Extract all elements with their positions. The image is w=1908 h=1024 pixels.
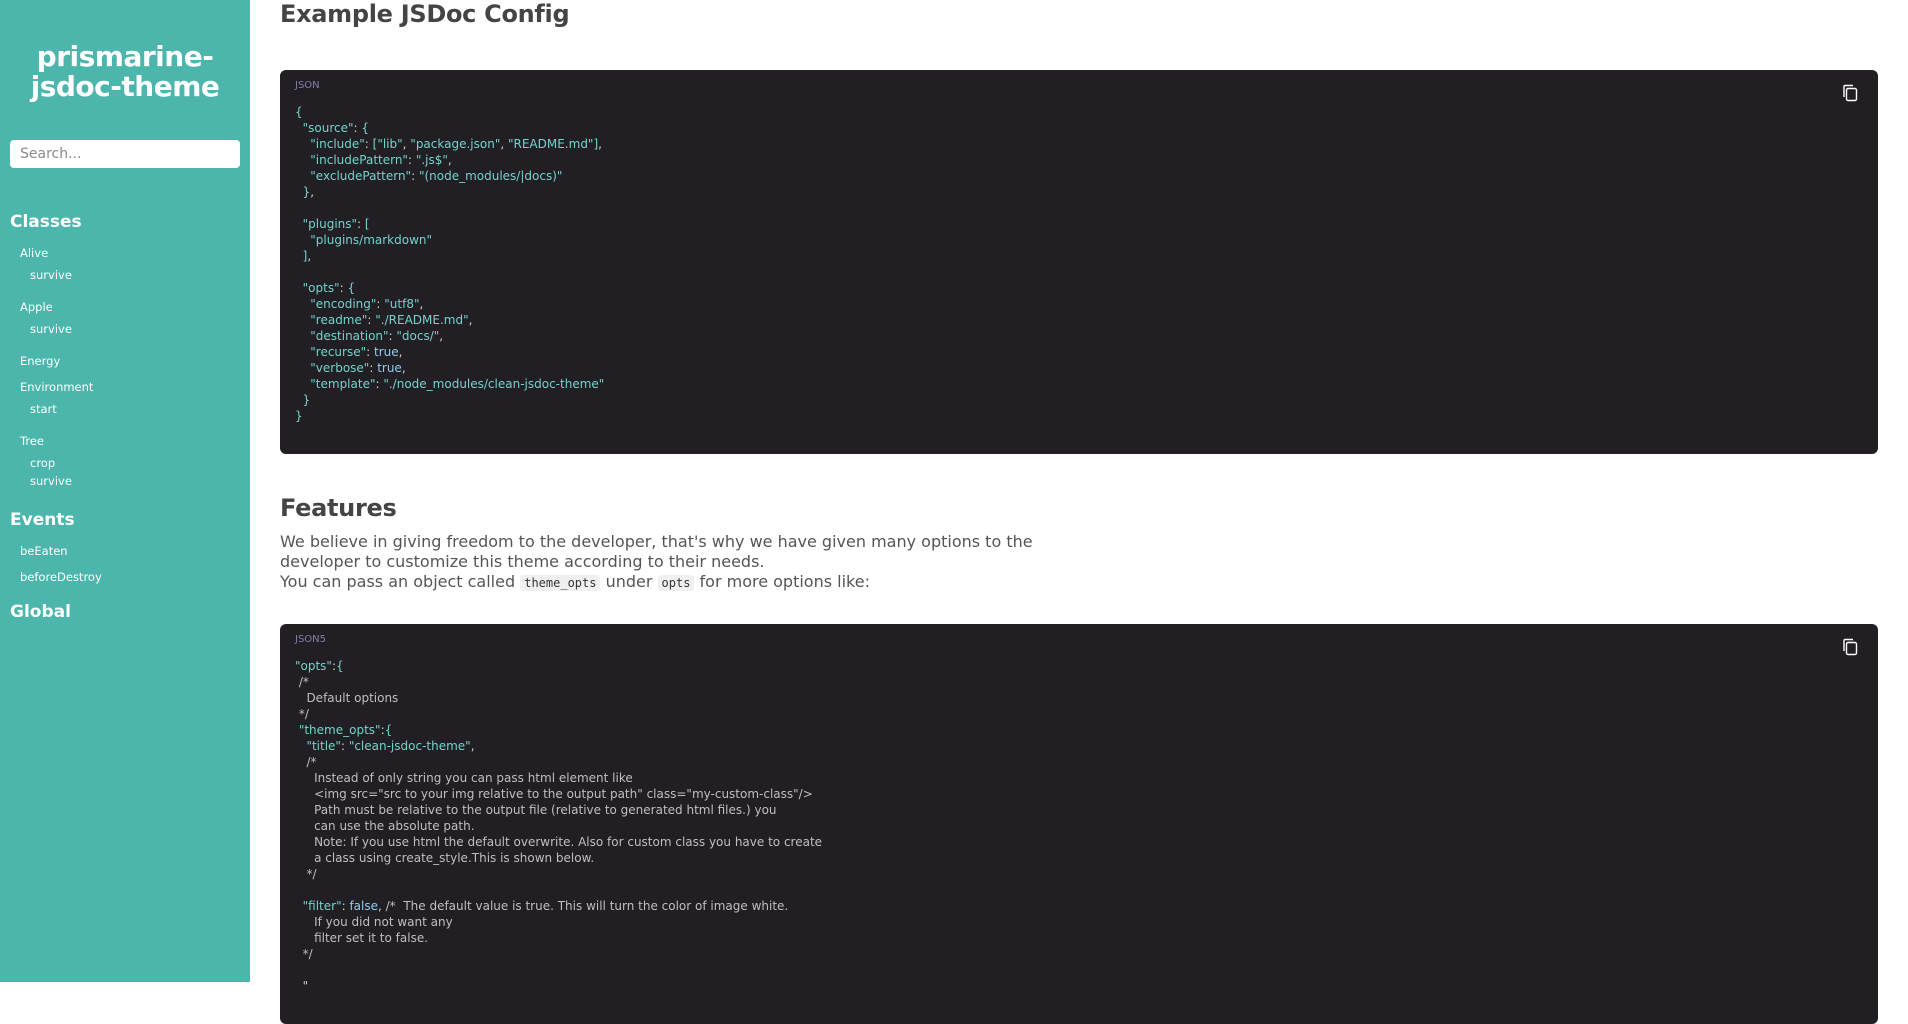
code-line: "opts": { (302, 281, 356, 295)
site-title[interactable]: prismarine-jsdoc-theme (0, 42, 250, 102)
code-line: "readme": "./README.md", (310, 313, 473, 327)
code-line: "recurse": true, (310, 345, 403, 359)
code-line: "verbose": true, (310, 361, 406, 375)
code-line: "filter": false, /* The default value is… (302, 899, 789, 913)
code-line: "theme_opts":{ (298, 723, 393, 737)
code-json5-content: "opts":{ /* Default options */ "theme_op… (295, 658, 822, 994)
search-input[interactable] (10, 140, 240, 168)
nav-item-apple-survive[interactable]: survive (30, 322, 72, 336)
nav-item-tree-crop[interactable]: crop (30, 456, 55, 470)
nav-heading-events[interactable]: Events (10, 510, 75, 530)
nav-item-before-destroy[interactable]: beforeDestroy (20, 570, 102, 584)
nav-item-environment-start[interactable]: start (30, 402, 57, 416)
features-paragraph-1: We believe in giving freedom to the deve… (280, 532, 1033, 571)
nav-heading-classes[interactable]: Classes (10, 212, 82, 232)
code-json-content: { "source": { "include": ["lib", "packag… (295, 104, 604, 424)
code-line: "includePattern": ".js$", (310, 153, 452, 167)
code-line: "plugins/markdown" (310, 233, 433, 247)
example-config-heading: Example JSDoc Config (280, 0, 570, 28)
features-para-2-suffix: for more options like: (699, 572, 870, 591)
code-line: "destination": "docs/", (310, 329, 444, 343)
code-line: */ (295, 867, 317, 881)
nav-item-tree[interactable]: Tree (20, 434, 44, 448)
code-line: "include": ["lib", "package.json", "READ… (310, 137, 602, 151)
code-line: } (295, 409, 303, 423)
code-line: */ (295, 947, 313, 961)
features-para-2-mid: under (605, 572, 653, 591)
code-line: "opts":{ (295, 659, 344, 673)
code-line: "title": "clean-jsdoc-theme", (306, 739, 475, 753)
copy-icon[interactable] (1842, 84, 1858, 102)
nav-item-energy[interactable]: Energy (20, 354, 60, 368)
nav-item-apple[interactable]: Apple (20, 300, 53, 314)
nav-item-alive[interactable]: Alive (20, 246, 48, 260)
code-line: Default options (295, 691, 399, 705)
code-language-label: JSON (295, 80, 320, 91)
code-block-json5: JSON5 "opts":{ /* Default options */ "th… (280, 624, 1878, 1024)
code-line: "encoding": "utf8", (310, 297, 424, 311)
code-line: "source": { (302, 121, 370, 135)
code-line: can use the absolute path. (295, 819, 475, 833)
copy-icon[interactable] (1842, 638, 1858, 656)
features-paragraph-2: You can pass an object called theme_opts… (280, 572, 1060, 593)
code-line: } (302, 393, 311, 407)
inline-code-theme-opts: theme_opts (520, 575, 601, 591)
nav-item-tree-survive[interactable]: survive (30, 474, 72, 488)
code-line: "plugins": [ (302, 217, 370, 231)
nav-item-alive-survive[interactable]: survive (30, 268, 72, 282)
code-line: Instead of only string you can pass html… (295, 771, 633, 785)
code-line: ], (302, 249, 312, 263)
code-line: <img src="src to your img relative to th… (295, 787, 813, 801)
code-line: " (295, 979, 309, 993)
nav-item-environment[interactable]: Environment (20, 380, 93, 394)
code-line: /* (295, 755, 317, 769)
code-language-label: JSON5 (295, 634, 327, 645)
inline-code-opts: opts (657, 575, 695, 591)
code-line: { (295, 105, 303, 119)
code-line: "template": "./node_modules/clean-jsdoc-… (310, 377, 605, 391)
code-line: /* (295, 675, 309, 689)
code-line: a class using create_style.This is shown… (295, 851, 595, 865)
code-line: Note: If you use html the default overwr… (295, 835, 823, 849)
features-para-2-prefix: You can pass an object called (280, 572, 516, 591)
features-heading: Features (280, 494, 397, 522)
nav-heading-global[interactable]: Global (10, 602, 71, 622)
code-line: */ (295, 707, 309, 721)
sidebar: prismarine-jsdoc-theme Classes Alive sur… (0, 0, 250, 982)
code-line: "excludePattern": "(node_modules/|docs)" (310, 169, 563, 183)
code-line: filter set it to false. (295, 931, 429, 945)
code-line: Path must be relative to the output file… (295, 803, 777, 817)
code-line: If you did not want any (295, 915, 453, 929)
nav-item-be-eaten[interactable]: beEaten (20, 544, 68, 558)
code-block-json: JSON { "source": { "include": ["lib", "p… (280, 70, 1878, 454)
code-line: }, (302, 185, 315, 199)
